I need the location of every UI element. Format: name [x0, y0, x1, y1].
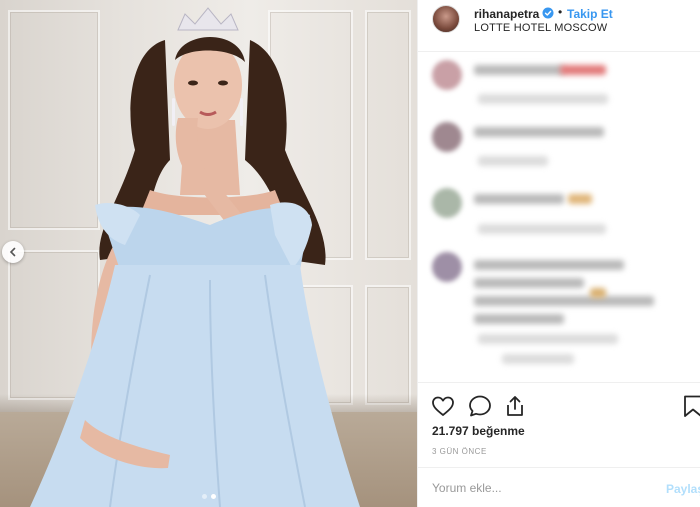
comment-avatar[interactable] [432, 122, 462, 152]
carousel-dot-active [210, 494, 216, 499]
comment-bubble-icon[interactable] [467, 393, 493, 419]
comment-meta-blurred [502, 354, 574, 364]
likes-count[interactable]: 21.797 beğenme [432, 424, 525, 438]
comment-meta-blurred [478, 94, 608, 104]
post-comment-button[interactable]: Paylaş [666, 482, 700, 496]
carousel-prev-button[interactable] [2, 241, 24, 263]
comment-text-blurred [474, 260, 624, 270]
comment-meta-blurred [478, 224, 606, 234]
post-photo[interactable] [0, 0, 417, 507]
separator-dot: • [558, 5, 563, 19]
comment-text-blurred [474, 314, 564, 324]
comment-text-blurred [474, 296, 654, 306]
comment-text-blurred [474, 127, 604, 137]
chevron-left-icon [9, 247, 16, 257]
carousel-dots [0, 494, 417, 499]
comment-text-blurred [560, 65, 606, 75]
location-link[interactable]: LOTTE HOTEL MOSCOW [474, 22, 607, 34]
comment-text-blurred [474, 278, 584, 288]
comment-text-blurred [590, 288, 606, 298]
post-side-panel: rihanapetra • Takip Et LOTTE HOTEL MOSCO… [417, 0, 700, 507]
comment-text-blurred [474, 194, 564, 204]
avatar[interactable] [432, 5, 460, 33]
comment-text-blurred [474, 65, 564, 75]
comment-avatar[interactable] [432, 188, 462, 218]
share-upload-icon[interactable] [502, 393, 528, 419]
woman-in-blue-gown [30, 7, 360, 507]
post-header: rihanapetra • Takip Et LOTTE HOTEL MOSCO… [418, 0, 700, 52]
comments-list [418, 52, 700, 382]
verified-badge-icon [542, 7, 554, 19]
post-timestamp[interactable]: 3 GÜN ÖNCE [432, 447, 487, 456]
comment-avatar[interactable] [432, 60, 462, 90]
add-comment-bar: Paylaş [418, 467, 700, 507]
comment-meta-blurred [478, 334, 618, 344]
comment-text-blurred [568, 194, 592, 204]
comment-input[interactable] [432, 478, 642, 498]
comment-meta-blurred [478, 156, 548, 166]
carousel-dot [201, 494, 207, 499]
follow-button[interactable]: Takip Et [567, 7, 613, 21]
actions-divider [418, 382, 700, 383]
heart-icon[interactable] [430, 393, 456, 419]
username-link[interactable]: rihanapetra [474, 7, 539, 21]
comment-avatar[interactable] [432, 252, 462, 282]
bookmark-icon[interactable] [680, 393, 700, 419]
